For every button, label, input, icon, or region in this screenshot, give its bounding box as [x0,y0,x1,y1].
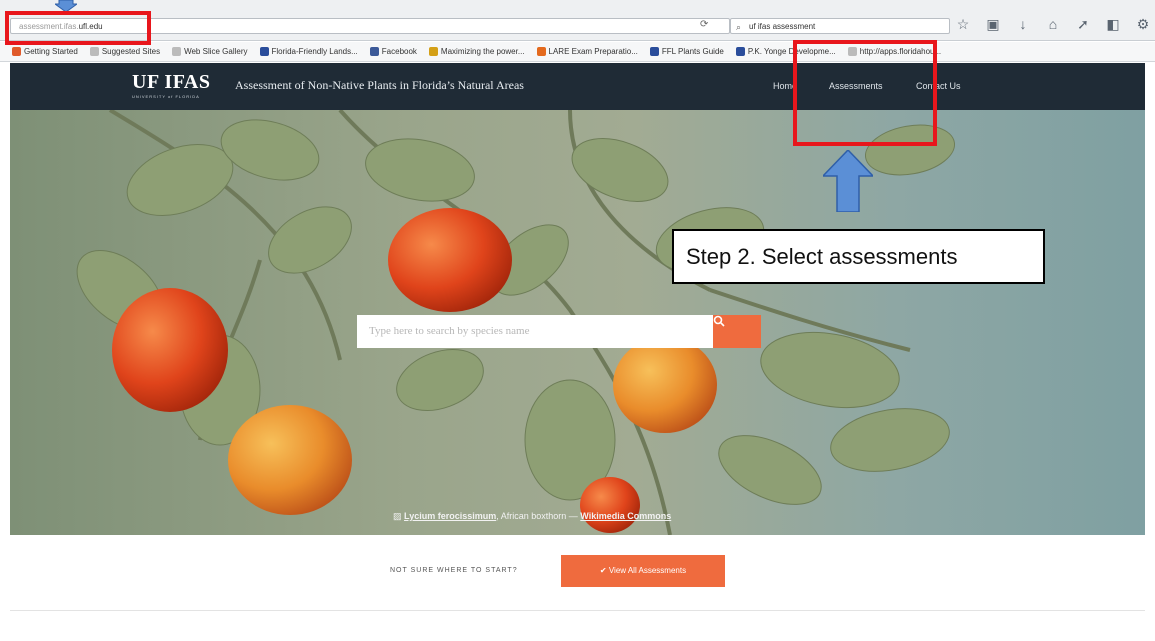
bookmark-item[interactable]: Suggested Sites [89,47,161,56]
browser-search-bar[interactable]: ⌕ uf ifas assessment [730,18,950,34]
image-caption: ▨ Lycium ferocissimum, African boxthorn … [393,511,671,522]
browser-toolbar: assessment.ifas.ufl.edu ⟳ ⌕ uf ifas asse… [0,0,1155,41]
star-icon[interactable]: ☆ [955,16,971,33]
bookmark-item[interactable]: Facebook [369,47,417,56]
bookmark-item[interactable]: LARE Exam Preparatio... [536,47,638,56]
bookmark-favicon-icon [12,47,21,56]
bookmark-favicon-icon [259,47,269,56]
caption-text: , African boxthorn — [496,511,581,521]
site-title: Assessment of Non-Native Plants in Flori… [235,78,524,92]
assessments-highlight-box [793,40,937,146]
bookmark-favicon-icon [89,47,99,56]
footer-divider [10,610,1145,611]
bookmark-item[interactable]: Getting Started [12,47,78,56]
bookmark-item[interactable]: Web Slice Gallery [172,47,248,56]
bookmark-favicon-icon [369,47,379,56]
cta-prompt: NOT SURE WHERE TO START? [390,567,518,574]
up-arrow-icon [823,150,873,212]
search-icon [713,315,725,327]
home-icon[interactable]: ⌂ [1045,16,1061,33]
send-icon[interactable]: ➚ [1075,16,1091,33]
bookmark-item[interactable]: FFL Plants Guide [649,47,724,56]
bookmark-label: LARE Exam Preparatio... [548,47,638,56]
view-all-assessments-button[interactable]: ✔ View All Assessments [561,555,725,587]
bookmarks-bar: Getting Started Suggested Sites Web Slice … [0,42,1155,62]
view-all-label: View All Assessments [608,566,687,575]
search-button[interactable] [713,315,761,348]
bookmark-label: Florida-Friendly Lands... [271,47,358,56]
toolbar-icons: ☆ ▣ ↓ ⌂ ➚ ◧ ⚙ ≡ [955,16,1155,33]
bookmark-label: Maximizing the power... [440,47,525,56]
settings-icon[interactable]: ⚙ [1135,16,1151,33]
bookmark-label: FFL Plants Guide [661,47,724,56]
browser-search-text: uf ifas assessment [749,22,816,31]
url-highlight-box [5,11,151,45]
logo-subtitle: UNIVERSITY of FLORIDA [132,94,200,99]
search-icon: ⌕ [736,22,742,32]
bookmark-favicon-icon [735,47,745,56]
caption-species-link[interactable]: Lycium ferocissimum [404,511,496,521]
clipboard-icon[interactable]: ▣ [985,16,1001,33]
bookmark-item[interactable]: Maximizing the power... [428,47,525,56]
hero-banner: Type here to search by species name ▨ Ly… [10,110,1145,535]
image-icon: ▨ [393,511,402,521]
cta-section: NOT SURE WHERE TO START? ✔ View All Asse… [10,535,1145,610]
site-header: UF IFAS UNIVERSITY of FLORIDA Assessment… [10,63,1145,110]
bookmark-favicon-icon [649,47,659,56]
bookmark-item[interactable]: Florida-Friendly Lands... [259,47,358,56]
caption-source-link[interactable]: Wikimedia Commons [580,511,671,521]
step-callout: Step 2. Select assessments [672,229,1045,284]
species-search-input[interactable]: Type here to search by species name [357,315,713,348]
reload-icon[interactable]: ⟳ [700,19,708,30]
bookmark-label: Getting Started [24,47,78,56]
extension-icon[interactable]: ◧ [1105,16,1121,33]
ufifas-logo[interactable]: UF IFAS [132,71,211,94]
bookmark-favicon-icon [536,47,546,56]
bookmark-favicon-icon [428,47,438,56]
bookmark-label: Web Slice Gallery [184,47,248,56]
bookmark-label: Suggested Sites [101,47,161,56]
download-icon[interactable]: ↓ [1015,16,1031,33]
bird-icon: ✔ [599,566,609,575]
bookmark-favicon-icon [172,47,182,56]
bookmark-label: Facebook [381,47,417,56]
